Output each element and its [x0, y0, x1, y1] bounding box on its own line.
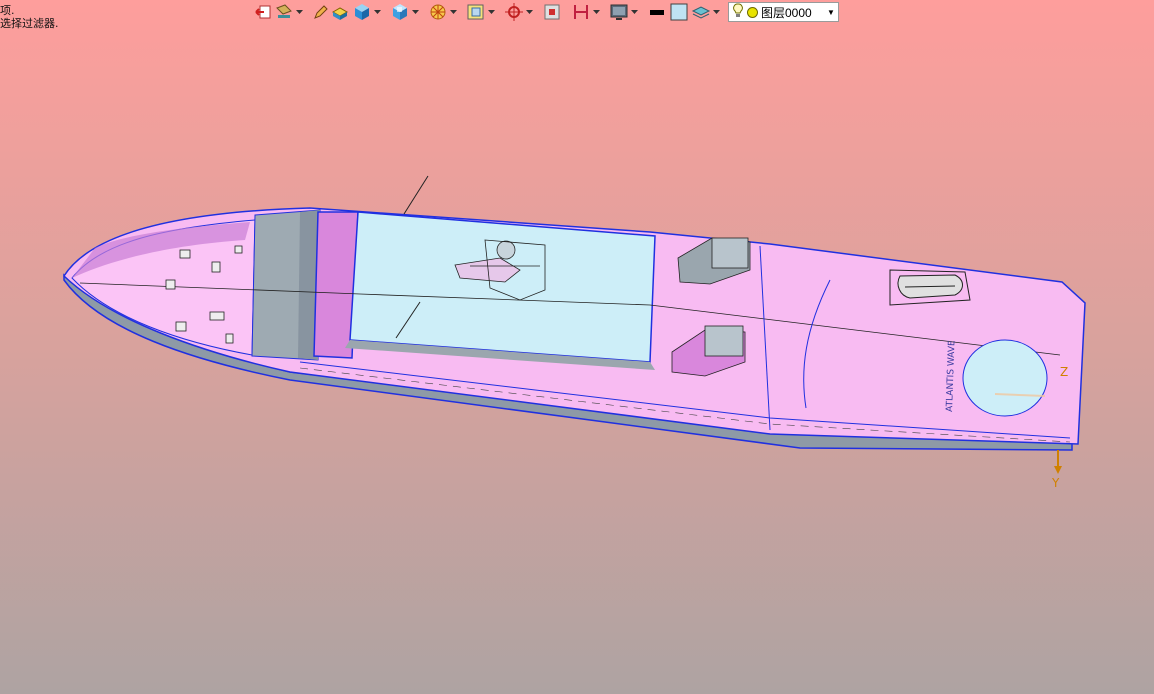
ship-model: ATLANTIS WAVE	[63, 175, 1086, 451]
triad-z-label: Z	[1060, 365, 1068, 379]
stern-circle	[962, 339, 1048, 417]
viewport-3d[interactable]: ATLANTIS WAVE Y Z	[0, 0, 1154, 694]
upper-deck	[349, 211, 656, 363]
triad-y-label: Y	[1051, 476, 1060, 490]
mast-front	[403, 175, 429, 215]
lifeboat	[889, 269, 971, 306]
